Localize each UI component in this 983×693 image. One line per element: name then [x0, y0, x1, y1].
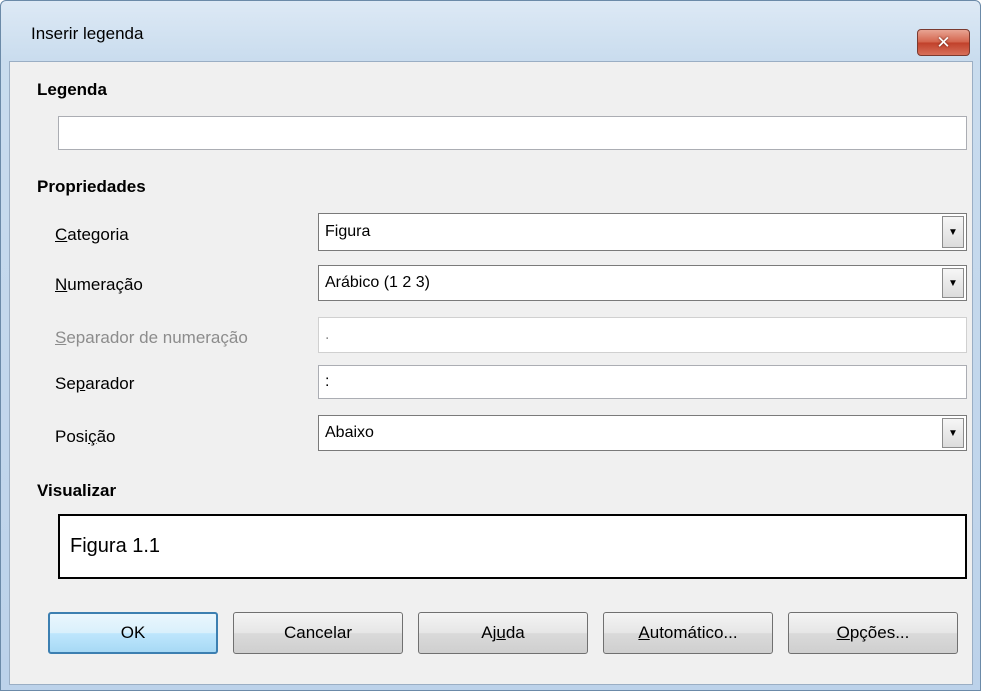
close-icon: ✕: [936, 33, 951, 52]
category-select[interactable]: Figura ▼: [318, 213, 967, 251]
category-value: Figura: [325, 223, 371, 240]
preview-box: Figura 1.1: [58, 514, 967, 579]
dialog-window: Inserir legenda ✕ Legenda Propriedades C…: [0, 0, 981, 691]
caption-heading: Legenda: [37, 80, 107, 99]
ok-button[interactable]: OK: [48, 612, 218, 654]
numbering-select[interactable]: Arábico (1 2 3) ▼: [318, 265, 967, 301]
title-bar[interactable]: Inserir legenda ✕: [1, 1, 980, 56]
properties-heading: Propriedades: [37, 177, 146, 196]
caption-input[interactable]: [58, 116, 967, 150]
position-value: Abaixo: [325, 424, 374, 441]
chevron-down-icon[interactable]: ▼: [942, 418, 964, 448]
preview-heading: Visualizar: [37, 481, 117, 500]
options-button[interactable]: Opções...: [788, 612, 958, 654]
position-select[interactable]: Abaixo ▼: [318, 415, 967, 451]
numbering-separator-input[interactable]: .: [318, 317, 967, 353]
position-label: Posição: [55, 427, 116, 446]
numbering-label-rest: umeração: [67, 275, 143, 294]
chevron-down-icon[interactable]: ▼: [942, 268, 964, 298]
numbering-value: Arábico (1 2 3): [325, 274, 430, 291]
separator-label: Separador: [55, 374, 135, 393]
auto-button[interactable]: Automático...: [603, 612, 773, 654]
chevron-down-icon[interactable]: ▼: [942, 216, 964, 248]
help-button[interactable]: Aj u da: [418, 612, 588, 654]
close-button[interactable]: ✕: [917, 29, 970, 56]
category-label-rest: ategoria: [67, 225, 129, 244]
numbering-separator-label: Separador de numeração: [55, 328, 248, 347]
dialog-body: Legenda Propriedades Categoria Figura ▼ …: [9, 61, 973, 685]
numbering-separator-label-rest: eparador de numeração: [66, 328, 248, 347]
cancel-button[interactable]: Cancelar: [233, 612, 403, 654]
separator-input[interactable]: :: [318, 365, 967, 399]
window-title: Inserir legenda: [31, 24, 144, 43]
category-label: Categoria: [55, 225, 129, 244]
numbering-label: Numeração: [55, 275, 143, 294]
